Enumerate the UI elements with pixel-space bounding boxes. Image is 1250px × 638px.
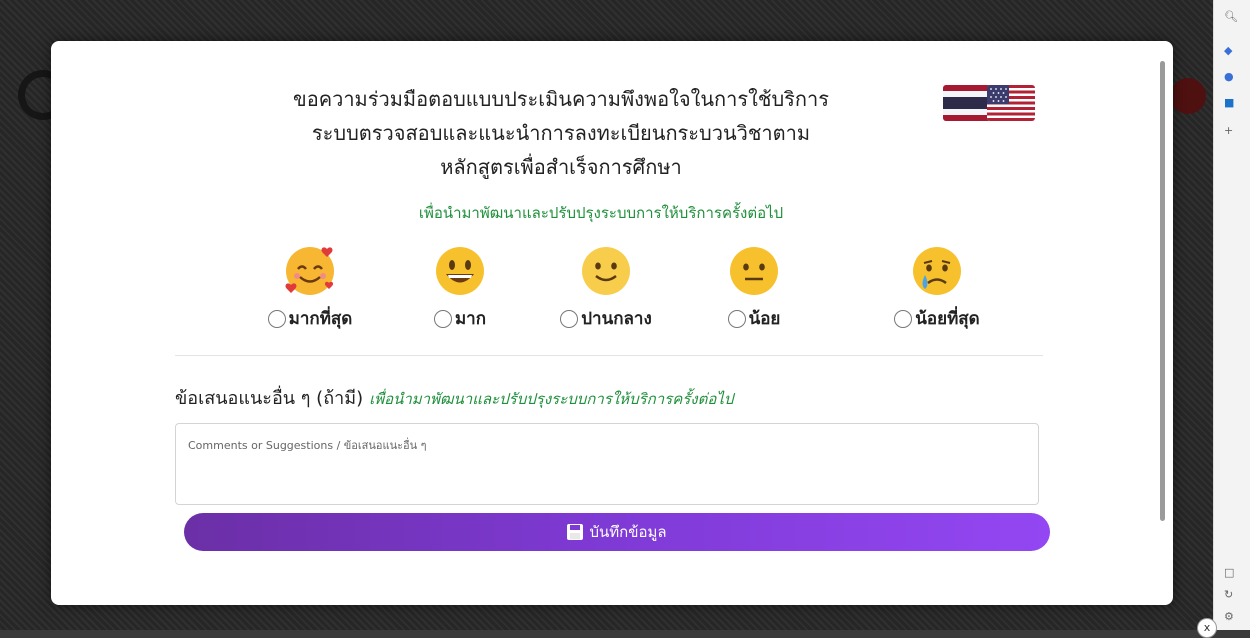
suggestion-heading-text: ข้อเสนอแนะอื่น ๆ (ถ้ามี)	[175, 388, 364, 409]
save-button-label: บันทึกข้อมูล	[589, 523, 667, 541]
suggestion-note: เพื่อนำมาพัฒนาและปรับปรุงระบบการให้บริกา…	[369, 390, 734, 408]
rating-radio[interactable]	[894, 309, 913, 328]
rating-radio[interactable]	[727, 309, 746, 328]
rating-radio[interactable]	[433, 309, 452, 328]
survey-title-line: หลักสูตรเพื่อสำเร็จการศึกษา	[440, 157, 682, 179]
rating-option-very-high[interactable]: มากที่สุด	[255, 241, 365, 332]
suggestion-heading: ข้อเสนอแนะอื่น ๆ (ถ้ามี) เพื่อนำมาพัฒนาแล…	[175, 383, 733, 412]
rating-option-label-wrap: มาก	[415, 305, 505, 332]
rating-option-label: มาก	[454, 309, 487, 329]
comments-placeholder: Comments or Suggestions / ข้อเสนอแนะอื่น…	[188, 439, 427, 452]
modal-scrollbar[interactable]	[1160, 61, 1165, 521]
refresh-icon[interactable]: ↻	[1224, 588, 1233, 601]
neutral-emoji-icon[interactable]	[725, 241, 783, 299]
rating-option-label: ปานกลาง	[581, 309, 652, 329]
extension-icon[interactable]: ●	[1224, 70, 1234, 83]
survey-title-line: ระบบตรวจสอบและแนะนำการลงทะเบียนกระบวนวิช…	[311, 123, 811, 145]
grinning-emoji-icon[interactable]	[431, 241, 489, 299]
rating-option-high[interactable]: มาก	[415, 241, 505, 332]
comments-textarea[interactable]: Comments or Suggestions / ข้อเสนอแนะอื่น…	[175, 423, 1039, 505]
section-divider	[175, 355, 1043, 356]
rating-option-very-low[interactable]: น้อยที่สุด	[875, 241, 999, 332]
user-avatar	[1170, 78, 1206, 114]
rating-option-label: น้อยที่สุด	[915, 309, 980, 329]
rating-option-label-wrap: น้อย	[709, 305, 799, 332]
floppy-disk-icon	[567, 524, 584, 540]
rating-radio[interactable]	[267, 309, 286, 328]
language-switcher	[943, 85, 1043, 123]
rating-radio[interactable]	[560, 309, 579, 328]
close-button[interactable]: x	[1197, 618, 1217, 638]
survey-subtitle: เพื่อนำมาพัฒนาและปรับปรุงระบบการให้บริกา…	[418, 204, 784, 222]
rating-option-medium[interactable]: ปานกลาง	[551, 241, 661, 332]
tag-icon[interactable]: ◆	[1224, 44, 1232, 57]
add-icon[interactable]: +	[1224, 124, 1233, 137]
browser-side-panel: 🔍︎ ◆ ● ■ + □ ↻ ⚙	[1213, 0, 1250, 630]
save-button[interactable]: บันทึกข้อมูล	[184, 513, 1050, 551]
rating-option-label-wrap: น้อยที่สุด	[875, 305, 999, 332]
crying-emoji-icon[interactable]	[908, 241, 966, 299]
settings-icon[interactable]: ⚙	[1224, 610, 1234, 623]
smiling-emoji-icon[interactable]	[577, 241, 635, 299]
survey-title: ขอความร่วมมือตอบแบบประเมินความพึงพอใจในก…	[281, 83, 841, 185]
rating-option-label-wrap: ปานกลาง	[551, 305, 661, 332]
search-icon[interactable]: 🔍︎	[1224, 10, 1238, 23]
outlook-icon[interactable]: ■	[1224, 96, 1234, 109]
survey-title-line: ขอความร่วมมือตอบแบบประเมินความพึงพอใจในก…	[293, 89, 829, 111]
thai-flag-icon[interactable]	[943, 85, 991, 121]
rating-option-label: มากที่สุด	[288, 309, 353, 329]
rating-option-low[interactable]: น้อย	[709, 241, 799, 332]
us-flag-icon[interactable]	[987, 85, 1035, 121]
survey-card: ขอความร่วมมือตอบแบบประเมินความพึงพอใจในก…	[151, 55, 1064, 595]
survey-modal: ขอความร่วมมือตอบแบบประเมินความพึงพอใจในก…	[51, 41, 1217, 638]
heart-eyes-emoji-icon[interactable]	[281, 241, 339, 299]
rating-option-label: น้อย	[748, 309, 781, 329]
sidebar-icon[interactable]: □	[1224, 566, 1234, 579]
rating-option-label-wrap: มากที่สุด	[255, 305, 365, 332]
